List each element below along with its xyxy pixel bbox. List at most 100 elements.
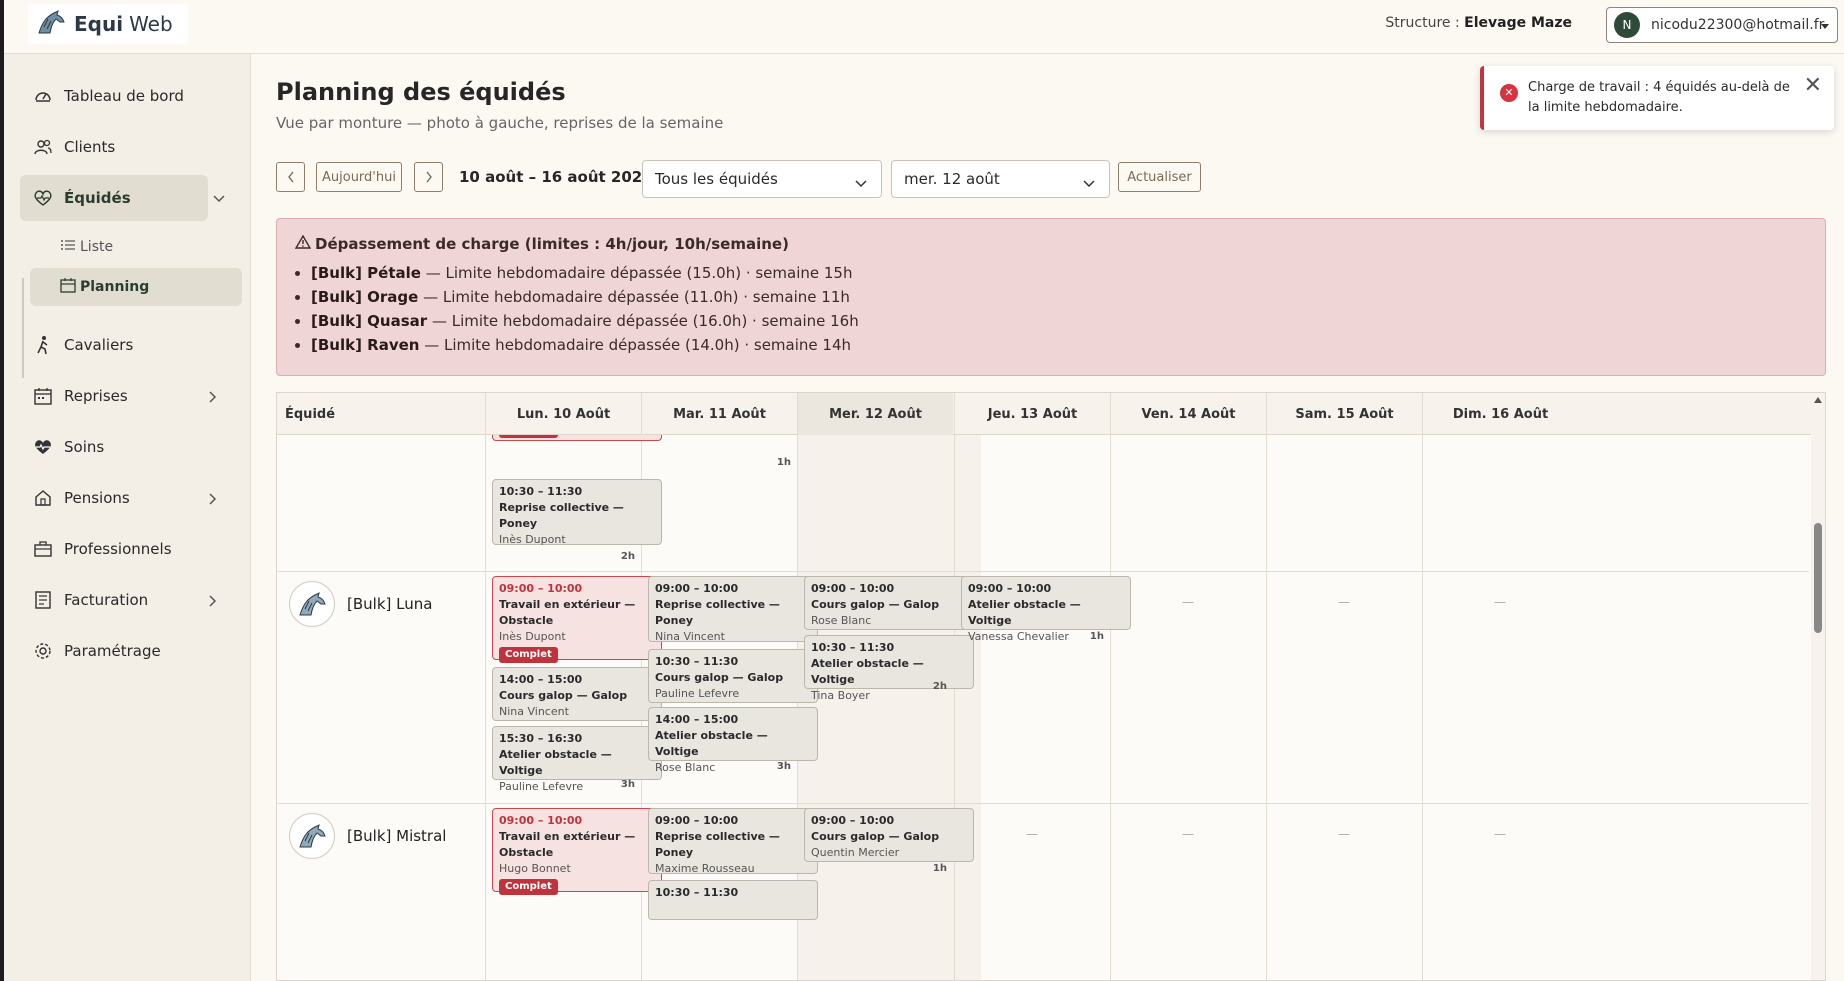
planning-event[interactable]: 09:00 – 10:00 Atelier obstacle — Voltige V…	[961, 576, 1131, 643]
event-time: 10:30 – 11:30	[655, 886, 739, 899]
planning-event[interactable]: 09:00 – 10:00 Cours galop — Galop Quentin …	[804, 808, 974, 862]
chevron-right-icon[interactable]	[208, 390, 218, 408]
horse-name: [Bulk] Luna	[347, 595, 433, 613]
sidebar-item-label: Pensions	[64, 489, 130, 507]
planning-event[interactable]: 09:00 – 10:00 Reprise collective — Poney M…	[648, 808, 818, 875]
empty-day-dash: —	[1026, 827, 1038, 841]
event-rider: Maxime Rousseau	[655, 862, 755, 875]
calendar-icon	[32, 385, 54, 407]
event-time: 10:30 – 11:30	[499, 485, 583, 498]
prev-week-button[interactable]	[276, 162, 305, 192]
alert-item-text: — Limite hebdomadaire dépassée (11.0h) ·…	[418, 288, 850, 306]
chevron-right-icon[interactable]	[208, 594, 218, 612]
sidebar: Tableau de bord Clients Équidés Liste Pl…	[4, 54, 251, 981]
sidebar-subitem-liste[interactable]: Liste	[30, 228, 242, 266]
sidebar-item-pensions[interactable]: Pensions	[16, 475, 240, 521]
event-time: 09:00 – 10:00	[655, 582, 739, 595]
header-equide: Équidé	[285, 406, 336, 422]
sidebar-item-label: Tableau de bord	[64, 87, 184, 105]
event-time: 09:00 – 10:00	[968, 582, 1052, 595]
structure-name: Elevage Maze	[1464, 15, 1572, 31]
top-bar: Equi Web Structure : Elevage Maze N nico…	[4, 0, 1844, 54]
sidebar-item-professionnels[interactable]: Professionnels	[16, 526, 240, 572]
empty-day-dash: —	[1338, 827, 1350, 841]
sidebar-item-reprises[interactable]: Reprises	[16, 373, 240, 419]
horse-heart-icon	[32, 187, 54, 209]
event-rider: Quentin Mercier	[811, 846, 900, 859]
grid-header: Équidé Lun. 10 Août Mar. 11 Août Mer. 12 Ao…	[277, 393, 1825, 435]
gear-icon	[32, 640, 54, 662]
event-rider: Inès Dupont	[499, 533, 566, 546]
sidebar-item-label: Paramétrage	[64, 642, 161, 660]
horse-filter-select[interactable]: Tous les équidés	[642, 160, 882, 198]
planning-event[interactable]: 09:00 – 10:00 Reprise collective — Poney N…	[648, 576, 818, 643]
user-menu-dropdown[interactable]: N nicodu22300@hotmail.fr	[1606, 7, 1838, 43]
planning-event[interactable]: 09:00 – 10:00 Travail en extérieur — Obst…	[492, 808, 662, 895]
sidebar-subitem-planning[interactable]: Planning	[30, 268, 242, 306]
today-button[interactable]: Aujourd'hui	[316, 162, 402, 192]
alert-item: [Bulk] Pétale — Limite hebdomadaire dépa…	[311, 261, 1807, 285]
scroll-thumb[interactable]	[1814, 523, 1822, 633]
planning-event[interactable]: 14:00 – 15:00 Atelier obstacle — Voltige R…	[648, 707, 818, 774]
sidebar-item-label: Clients	[64, 138, 116, 156]
date-select[interactable]: mer. 12 août	[891, 160, 1110, 198]
toolbar: Aujourd'hui 10 août – 16 août 2026 Tous …	[276, 160, 1201, 198]
planning-event[interactable]: 10:30 – 11:30 Cours galop — Galop Pauline …	[648, 649, 818, 703]
day-total: 2h	[620, 551, 635, 562]
scroll-up-icon[interactable]	[1814, 397, 1822, 403]
planning-event[interactable]: 09:00 – 10:00 Travail en extérieur — Obst…	[492, 576, 662, 663]
toast-message: Charge de travail : 4 équidés au-delà de…	[1528, 80, 1790, 115]
event-time: 09:00 – 10:00	[655, 814, 739, 827]
planning-event[interactable]: 10:30 – 11:30 Reprise collective — Poney I…	[492, 479, 662, 546]
sidebar-item-clients[interactable]: Clients	[16, 124, 240, 170]
sidebar-item-equides[interactable]: Équidés	[16, 175, 240, 221]
close-icon[interactable]: ✕	[1804, 75, 1822, 97]
sidebar-subitem-label: Liste	[80, 239, 114, 255]
event-time: 14:00 – 15:00	[655, 713, 739, 726]
horse-filter-value: Tous les équidés	[655, 170, 778, 188]
event-title: Reprise collective — Poney	[499, 501, 624, 530]
alert-item-text: — Limite hebdomadaire dépassée (14.0h) ·…	[419, 336, 852, 354]
horse-cell[interactable]: [Bulk] Mistral	[289, 813, 446, 859]
sidebar-item-soins[interactable]: Soins	[16, 424, 240, 470]
horse-cell[interactable]: [Bulk] Luna	[289, 581, 432, 627]
list-icon	[60, 238, 76, 256]
caret-down-icon	[1821, 24, 1829, 29]
refresh-button[interactable]: Actualiser	[1118, 162, 1201, 192]
header-day: Sam. 15 Août	[1266, 393, 1422, 435]
chevron-down-icon	[855, 174, 867, 192]
planning-event[interactable]: 14:00 – 15:00 Cours galop — Galop Nina Vin…	[492, 667, 662, 721]
column-divider	[1422, 435, 1423, 980]
invoice-icon	[32, 589, 54, 611]
chevron-right-icon[interactable]	[208, 492, 218, 510]
event-rider: Rose Blanc	[811, 614, 872, 627]
sidebar-item-label: Professionnels	[64, 540, 172, 558]
date-range-label: 10 août – 16 août 2026	[459, 168, 653, 186]
event-rider: Nina Vincent	[499, 705, 569, 718]
event-time: 09:00 – 10:00	[499, 814, 583, 827]
sidebar-item-dashboard[interactable]: Tableau de bord	[16, 73, 240, 119]
next-week-button[interactable]	[414, 162, 443, 192]
alert-horse-name: [Bulk] Raven	[311, 336, 420, 354]
sidebar-item-parametrage[interactable]: Paramétrage	[16, 628, 240, 674]
planning-event[interactable]: 10:30 – 11:30 Atelier obstacle — Voltige T…	[804, 635, 974, 702]
app-logo[interactable]: Equi Web	[28, 4, 188, 44]
row-divider	[277, 571, 1809, 572]
sidebar-item-cavaliers[interactable]: Cavaliers	[16, 322, 240, 368]
chevron-down-icon	[1083, 174, 1095, 192]
grid-scrollbar[interactable]	[1811, 393, 1825, 980]
header-day: Mer. 12 Août	[797, 393, 953, 435]
planning-event[interactable]: 10:30 – 11:30	[648, 880, 818, 920]
chevron-down-icon[interactable]	[212, 190, 226, 208]
sidebar-item-facturation[interactable]: Facturation	[16, 577, 240, 623]
alert-heading-text: Dépassement de charge (limites : 4h/jour…	[315, 235, 789, 253]
dashboard-icon	[32, 85, 54, 107]
date-select-value: mer. 12 août	[904, 170, 1000, 188]
planning-event[interactable]: 15:30 – 16:30 Atelier obstacle — Voltige P…	[492, 726, 662, 793]
event-title: Cours galop — Galop	[499, 689, 628, 702]
column-divider	[1110, 435, 1111, 980]
overload-alert: Dépassement de charge (limites : 4h/jour…	[276, 218, 1826, 376]
planning-event[interactable]: 09:00 – 10:00 Cours galop — Galop Rose Bla…	[804, 576, 974, 630]
empty-day-dash: —	[1182, 827, 1194, 841]
alert-item: [Bulk] Quasar — Limite hebdomadaire dépa…	[311, 309, 1807, 333]
